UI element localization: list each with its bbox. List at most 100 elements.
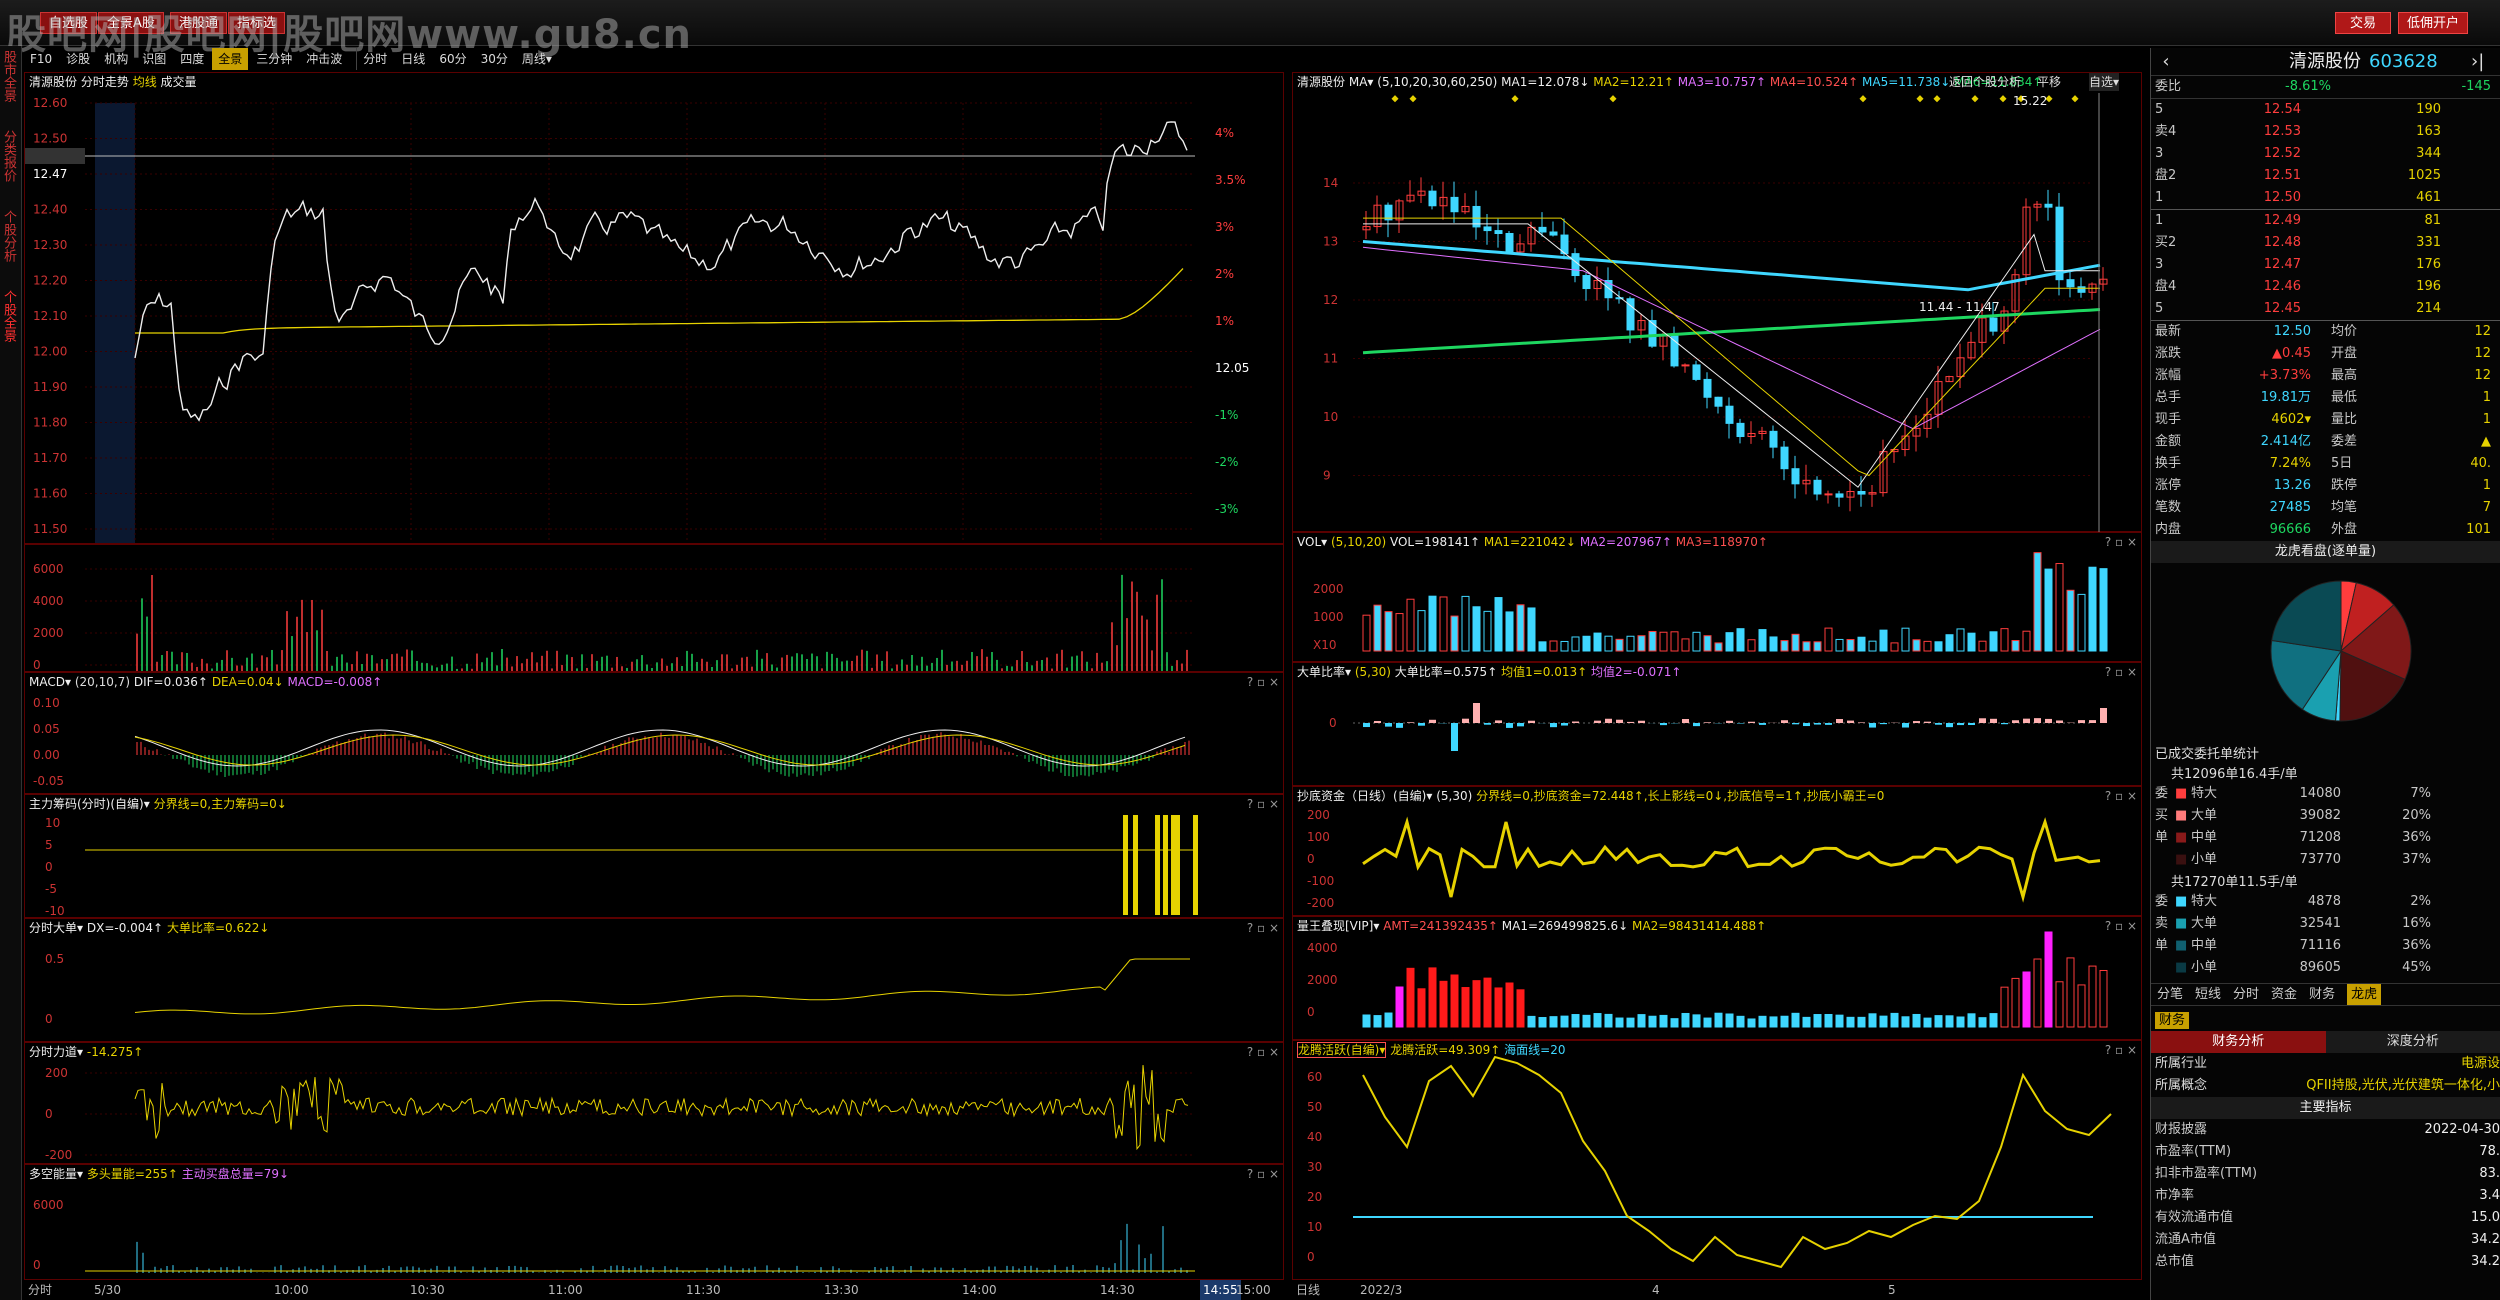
ask-volume: 1025	[2407, 168, 2441, 183]
tool-chongjibo[interactable]: 冲击波	[300, 48, 348, 70]
tool-jigou[interactable]: 机构	[98, 48, 134, 70]
stat-label: 最新	[2155, 324, 2182, 339]
tab-caiwu[interactable]: 财务	[2309, 984, 2335, 1005]
side-tab-fenlei[interactable]: 分类报价	[0, 126, 20, 186]
pct-tick: 1%	[1215, 314, 1234, 328]
mddbl-bar	[1385, 723, 1392, 727]
ask-volume: 190	[2416, 102, 2441, 117]
side-tab-quanjing[interactable]: 股市全景	[0, 46, 20, 106]
fsld-panel[interactable]: 分时力道▾ -14.275↑ ? ▫ × 200 0 -200	[24, 1042, 1284, 1164]
time-tick: 14:00	[962, 1283, 997, 1297]
tool-shitu[interactable]: 识图	[136, 48, 172, 70]
candle-body	[1538, 226, 1547, 233]
collapse-icon[interactable]: ›|	[2471, 48, 2491, 75]
ask-volume: 344	[2416, 146, 2441, 161]
tab-fenshi[interactable]: 分时	[2233, 984, 2259, 1005]
kline-panel[interactable]: 清源股份 MA▾ (5,10,20,30,60,250) MA1=12.078↓…	[1292, 72, 2142, 533]
tool-60[interactable]: 60分	[433, 48, 472, 70]
stat-label: 涨幅	[2155, 368, 2182, 383]
tab-duanxian[interactable]: 短线	[2195, 984, 2221, 1005]
ddbl-panel[interactable]: 大单比率▾ (5,30) 大单比率=0.575↑ 均值1=0.013↑ 均值2=…	[1292, 662, 2142, 786]
tool-fenshi[interactable]: 分时	[356, 48, 393, 70]
side-tab-gegu-quanjing[interactable]: 个股全景	[0, 286, 20, 346]
mvol-bar	[1450, 615, 1459, 652]
rixian-switch[interactable]: 日线	[1296, 1280, 1320, 1300]
side-label: 委	[2155, 894, 2169, 909]
mddbl-tick: 0	[1329, 716, 1337, 730]
mddbl-bar	[2012, 720, 2019, 723]
tool-30[interactable]: 30分	[475, 48, 514, 70]
tool-sidu[interactable]: 四度	[174, 48, 210, 70]
fsdd-panel[interactable]: 分时大单▾ DX=-0.004↑ 大单比率=0.622↓ ? ▫ × 0.5 0	[24, 918, 1284, 1042]
zlcm-panel[interactable]: 主力筹码(分时)(自编)▾ 分界线=0,主力筹码=0↓ ? ▫ × 10 5 0 -5…	[24, 794, 1284, 918]
mvol-bar	[2099, 568, 2108, 652]
back-arrow-icon[interactable]: ‹	[2151, 48, 2181, 75]
price-tick: 11.80	[33, 416, 67, 430]
deep-analysis-tab[interactable]: 深度分析	[2325, 1031, 2500, 1053]
lwdx-bar	[1835, 1014, 1844, 1028]
time-tick: 13:30	[824, 1283, 859, 1297]
candle-body	[1813, 479, 1822, 495]
mvol-bar	[1725, 632, 1734, 652]
lwdx-panel[interactable]: 量王叠现[VIP]▾ AMT=241392435↑ MA1=269499825.…	[1292, 916, 2142, 1040]
candle-body	[1505, 233, 1514, 253]
vol-panel[interactable]: VOL▾ (5,10,20) VOL=198141↑ MA1=221042↓ M…	[1292, 532, 2142, 662]
cdzj-panel[interactable]: 抄底资金（日线）(自编)▾ (5,30) 分界线=0,抄底资金=72.448↑,…	[1292, 786, 2142, 916]
macd-panel[interactable]: MACD▾ (20,10,7) DIF=0.036↑ DEA=0.04↓ MAC…	[24, 672, 1284, 794]
side-tab-gegu[interactable]: 个股分析	[0, 206, 20, 266]
price-tick: 11.90	[33, 380, 67, 394]
lwdx-bar	[1483, 977, 1492, 1028]
trade-button[interactable]: 交易	[2335, 12, 2392, 34]
tool-zhouxian[interactable]: 周线▾	[516, 48, 558, 70]
caiwu-tab-row: 财务	[2151, 1005, 2500, 1031]
fin-row: 财报披露 2022-04-30	[2151, 1119, 2500, 1141]
macd-chart: 0.10 0.05 0.00 -0.05	[33, 696, 1190, 788]
lwdx-bar	[2022, 971, 2031, 1028]
tab-longhu[interactable]: 龙虎	[2347, 984, 2382, 1005]
industry-row: 所属行业 电源设	[2151, 1053, 2500, 1075]
tool-quanjing[interactable]: 全景	[212, 48, 249, 70]
mddbl-bar	[1374, 720, 1381, 723]
order-pct: 7%	[2410, 786, 2431, 801]
mddbl-bar	[1858, 722, 1865, 723]
vol-tick: 6000	[33, 562, 64, 576]
lwdx-bar	[1538, 1017, 1547, 1028]
mddbl-bar	[1990, 718, 1997, 723]
lwdx-bar	[1758, 1015, 1767, 1028]
dknl-panel[interactable]: 多空能量▾ 多头量能=255↑ 主动买盘总量=79↓ ? ▫ × 6000 0	[24, 1164, 1284, 1280]
fenshi-switch[interactable]: 分时	[28, 1280, 52, 1300]
osc-tick: 200	[45, 1066, 68, 1080]
lthy-panel[interactable]: 龙腾活跃(自编)▾ 龙腾活跃=49.309↑ 海面线=20 ? ▫ × 60 50…	[1292, 1040, 2142, 1280]
tab-fenbi[interactable]: 分笔	[2157, 984, 2183, 1005]
ask-volume: 163	[2416, 124, 2441, 139]
buy-order-row: ■ 小单 73770 37%	[2151, 849, 2500, 871]
mddbl-bar	[1935, 723, 1942, 725]
mddbl-bar	[1407, 722, 1414, 723]
tool-sanfenzhong[interactable]: 三分钟	[250, 48, 298, 70]
ask-row: 1 12.50 461	[2151, 187, 2500, 209]
bid-level: 5	[2155, 301, 2164, 316]
mddbl-bar	[1781, 720, 1788, 723]
stat-label: 内盘	[2155, 522, 2182, 537]
candle-body	[1549, 231, 1558, 236]
fin-label: 市净率	[2155, 1188, 2195, 1203]
lwdx-bar	[2066, 957, 2075, 1028]
intraday-panel[interactable]: 清源股份 分时走势 均线 成交量 12.60 12.50 12.47 12.40 12.…	[24, 72, 1284, 544]
price-tick: 12.00	[33, 345, 67, 359]
stat-label: 均价	[2331, 324, 2358, 339]
zlcm-tick: 10	[45, 816, 60, 830]
lwdx-bar	[1703, 1017, 1712, 1028]
open-account-button[interactable]: 低佣开户	[2398, 12, 2469, 34]
caiwu-analysis-tab[interactable]: 财务分析	[2151, 1031, 2326, 1053]
tool-f10[interactable]: F10	[24, 48, 58, 70]
quote-panel: ‹ 清源股份 603628 ›| 委比 -8.61% -145 5 12.54 19…	[2150, 48, 2500, 1300]
tab-zijin[interactable]: 资金	[2271, 984, 2297, 1005]
fsld-chart: 200 0 -200	[45, 1065, 1195, 1162]
caiwu-tab[interactable]: 财务	[2155, 1012, 2190, 1029]
mddbl-bar	[1737, 723, 1744, 724]
lthy-tick: 30	[1307, 1160, 1322, 1174]
order-size-label: 大单	[2191, 808, 2218, 823]
time-tick: 5/30	[94, 1283, 121, 1297]
tool-zhengu[interactable]: 诊股	[60, 48, 96, 70]
tool-rixian[interactable]: 日线	[395, 48, 431, 70]
